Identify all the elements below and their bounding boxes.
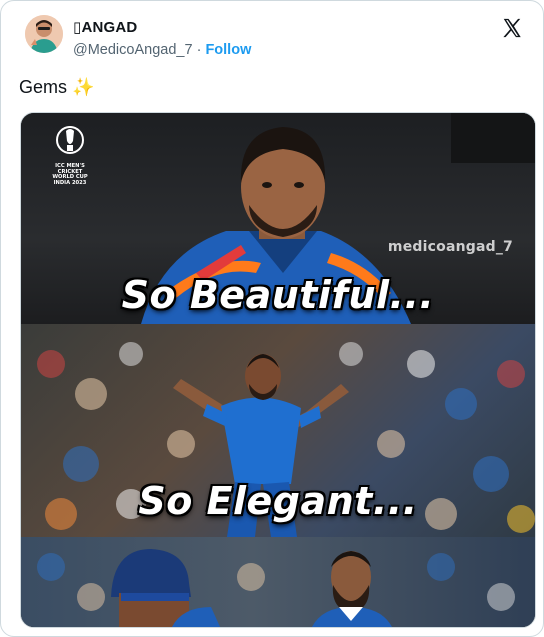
meme-panel-3 xyxy=(21,537,535,627)
avatar-image xyxy=(25,15,63,53)
sparkles-icon: ✨ xyxy=(72,77,95,97)
author-handle[interactable]: @MedicoAngad_7 xyxy=(73,42,193,58)
players-panel-3 xyxy=(37,549,515,627)
tweet-card: ▯ANGAD @MedicoAngad_7 · Follow Gems ✨ IC… xyxy=(0,0,544,637)
meta-separator: · xyxy=(196,42,202,58)
watermark: medicoangad_7 xyxy=(387,239,513,255)
author-display-name: ▯ANGAD xyxy=(73,19,138,36)
author-avatar[interactable] xyxy=(25,15,63,53)
world-cup-logo: ICC MEN'S CRICKET WORLD CUP INDIA 2023 xyxy=(51,125,89,185)
trophy-icon xyxy=(56,126,84,154)
logo-line-4: INDIA 2023 xyxy=(53,179,87,186)
meme-caption-2: So Elegant... xyxy=(138,479,418,523)
tweet-text: Gems ✨ xyxy=(19,77,94,98)
meme-panel-2: So Elegant... xyxy=(21,324,535,537)
follow-button[interactable]: Follow xyxy=(205,42,251,58)
tweet-image[interactable]: ICC MEN'S CRICKET WORLD CUP INDIA 2023 m… xyxy=(20,112,536,628)
author-meta: @MedicoAngad_7 · Follow xyxy=(73,42,251,58)
meme-panel-1: ICC MEN'S CRICKET WORLD CUP INDIA 2023 m… xyxy=(21,113,535,324)
meme-caption-1: So Beautiful... xyxy=(121,273,435,317)
author-name[interactable]: ▯ANGAD xyxy=(73,18,137,36)
tweet-body: Gems xyxy=(19,77,68,97)
x-logo-icon[interactable] xyxy=(501,17,523,39)
